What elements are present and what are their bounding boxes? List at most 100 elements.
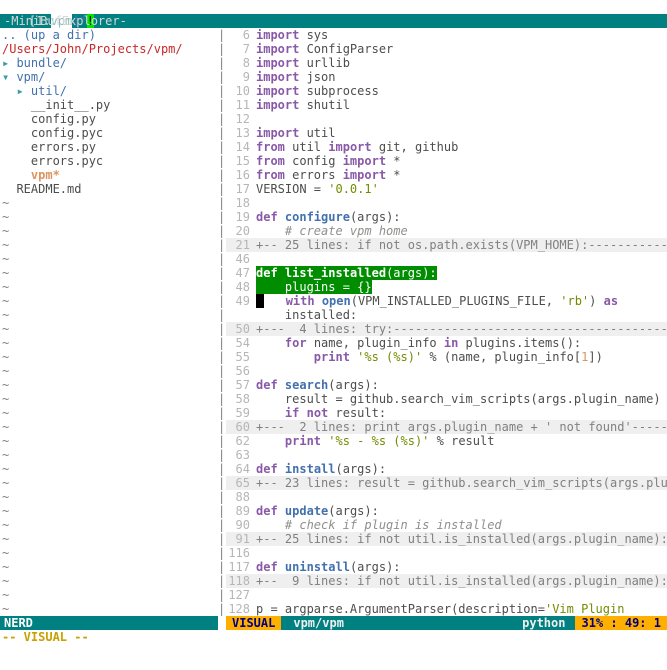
code-row[interactable]: 47def list_installed(args): <box>226 266 667 280</box>
empty-line-tilde: ~ <box>0 462 218 476</box>
code-row[interactable]: 12 <box>226 112 667 126</box>
line-number: 63 <box>226 448 256 462</box>
line-number: 10 <box>226 84 256 98</box>
line-number: 91 <box>226 532 256 546</box>
fold-row[interactable]: 118+-- 9 lines: if not util.is_installed… <box>226 574 667 588</box>
nerdtree-item[interactable]: vpm* <box>0 168 218 182</box>
fold-row[interactable]: 60+--- 2 lines: print args.plugin_name +… <box>226 420 667 434</box>
code-text: +--- 2 lines: print args.plugin_name + '… <box>256 420 667 434</box>
fold-row[interactable]: 91+-- 25 lines: if not util.is_installed… <box>226 532 667 546</box>
nerdtree-item[interactable]: __init__.py <box>0 98 218 112</box>
line-number: 55 <box>226 350 256 364</box>
nerdtree-root-path: /Users/John/Projects/vpm/ <box>0 42 218 56</box>
nerdtree-item[interactable]: README.md <box>0 182 218 196</box>
status-nerd: NERD <box>0 616 218 630</box>
code-row[interactable]: 58 result = github.search_vim_scripts(ar… <box>226 392 667 406</box>
code-row[interactable]: 57def search(args): <box>226 378 667 392</box>
code-row[interactable]: 18 <box>226 196 667 210</box>
code-row[interactable]: 90 # check if plugin is installed <box>226 518 667 532</box>
code-text: # create vpm home <box>256 224 667 238</box>
code-row[interactable]: 127 <box>226 588 667 602</box>
fold-row[interactable]: 50+--- 4 lines: try:--------------------… <box>226 322 667 336</box>
empty-line-tilde: ~ <box>0 210 218 224</box>
line-number: 57 <box>226 378 256 392</box>
nerdtree-item[interactable]: ▸ util/ <box>0 84 218 98</box>
empty-line-tilde: ~ <box>0 490 218 504</box>
code-row[interactable]: 55 print '%s (%s)' % (name, plugin_info[… <box>226 350 667 364</box>
nerdtree-item[interactable]: errors.pyc <box>0 154 218 168</box>
vertical-split[interactable]: ||||||||||||||||||||||||||||||||||||||||… <box>218 28 226 616</box>
code-row[interactable]: 49 with open(VPM_INSTALLED_PLUGINS_FILE,… <box>226 294 667 308</box>
empty-line-tilde: ~ <box>0 252 218 266</box>
line-number: 13 <box>226 126 256 140</box>
nerdtree-item[interactable]: ▸ bundle/ <box>0 56 218 70</box>
code-row[interactable]: 8import urllib <box>226 56 667 70</box>
code-row[interactable]: 15from config import * <box>226 154 667 168</box>
code-text <box>256 588 667 602</box>
line-number: 7 <box>226 42 256 56</box>
code-text: if not result: <box>256 406 667 420</box>
nerdtree-item[interactable]: config.pyc <box>0 126 218 140</box>
line-number: 16 <box>226 168 256 182</box>
code-row[interactable]: 64def install(args): <box>226 462 667 476</box>
fold-row[interactable]: 21+-- 25 lines: if not os.path.exists(VP… <box>226 238 667 252</box>
code-text: def update(args): <box>256 504 667 518</box>
empty-line-tilde: ~ <box>0 476 218 490</box>
code-row[interactable]: 54 for name, plugin_info in plugins.item… <box>226 336 667 350</box>
code-row[interactable]: 128p = argparse.ArgumentParser(descripti… <box>226 602 667 616</box>
code-row[interactable]: 7import ConfigParser <box>226 42 667 56</box>
code-row[interactable]: 63 <box>226 448 667 462</box>
empty-line-tilde: ~ <box>0 322 218 336</box>
code-text: +--- 4 lines: try:----------------------… <box>256 322 667 336</box>
minibuf-explorer: -MiniBufExplorer- <box>0 14 667 28</box>
code-row[interactable]: 88 <box>226 490 667 504</box>
code-row[interactable]: 20 # create vpm home <box>226 224 667 238</box>
fold-row[interactable]: 65+-- 23 lines: result = github.search_v… <box>226 476 667 490</box>
tab-line[interactable]: [1:vpm]*! <box>0 0 667 14</box>
nerdtree-item[interactable]: ▾ vpm/ <box>0 70 218 84</box>
code-row[interactable]: 13import util <box>226 126 667 140</box>
code-row[interactable]: 62 print '%s - %s (%s)' % result <box>226 434 667 448</box>
nerdtree-panel[interactable]: .. (up a dir) /Users/John/Projects/vpm/ … <box>0 28 218 616</box>
code-row[interactable]: 11import shutil <box>226 98 667 112</box>
line-number: 54 <box>226 336 256 350</box>
code-row[interactable]: 48 plugins = {} <box>226 280 667 294</box>
command-line[interactable]: -- VISUAL -- <box>0 630 667 644</box>
code-row[interactable]: 46 <box>226 252 667 266</box>
code-row[interactable]: 19def configure(args): <box>226 210 667 224</box>
code-text: import subprocess <box>256 84 667 98</box>
code-row[interactable]: 56 <box>226 364 667 378</box>
code-row[interactable]: 10import subprocess <box>226 84 667 98</box>
line-number: 56 <box>226 364 256 378</box>
code-panel[interactable]: 6import sys7import ConfigParser8import u… <box>226 28 667 616</box>
mode-badge: VISUAL <box>226 616 281 630</box>
empty-line-tilde: ~ <box>0 196 218 210</box>
nerdtree-up-dir[interactable]: .. (up a dir) <box>0 28 218 42</box>
code-text: +-- 23 lines: result = github.search_vim… <box>256 476 667 490</box>
line-number <box>226 308 256 322</box>
code-row[interactable]: 59 if not result: <box>226 406 667 420</box>
line-number: 11 <box>226 98 256 112</box>
code-text <box>256 546 667 560</box>
empty-line-tilde: ~ <box>0 434 218 448</box>
empty-line-tilde: ~ <box>0 532 218 546</box>
code-row[interactable]: 17VERSION = '0.0.1' <box>226 182 667 196</box>
line-number: 15 <box>226 154 256 168</box>
empty-line-tilde: ~ <box>0 378 218 392</box>
code-text: +-- 25 lines: if not os.path.exists(VPM_… <box>256 238 667 252</box>
code-row[interactable]: 6import sys <box>226 28 667 42</box>
code-text <box>256 448 667 462</box>
code-text: +-- 9 lines: if not util.is_installed(ar… <box>256 574 667 588</box>
nerdtree-item[interactable]: errors.py <box>0 140 218 154</box>
line-number: 64 <box>226 462 256 476</box>
line-number: 65 <box>226 476 256 490</box>
code-row[interactable]: 14from util import git, github <box>226 140 667 154</box>
code-row[interactable]: 116 <box>226 546 667 560</box>
code-row[interactable]: 16from errors import * <box>226 168 667 182</box>
code-row[interactable]: installed: <box>226 308 667 322</box>
code-row[interactable]: 9import json <box>226 70 667 84</box>
code-text: from util import git, github <box>256 140 667 154</box>
code-row[interactable]: 117def uninstall(args): <box>226 560 667 574</box>
code-row[interactable]: 89def update(args): <box>226 504 667 518</box>
nerdtree-item[interactable]: config.py <box>0 112 218 126</box>
